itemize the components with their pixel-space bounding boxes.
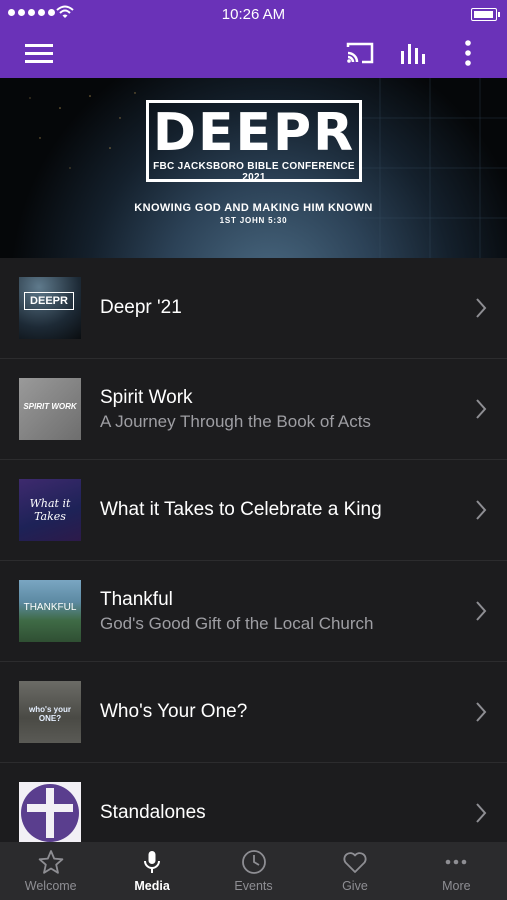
hero-title: DEEPR <box>152 103 356 163</box>
hero-banner[interactable]: DEEPR FBC JACKSBORO BIBLE CONFERENCE 202… <box>0 78 507 258</box>
tab-more[interactable]: More <box>406 842 507 900</box>
hero-logo-box: DEEPR FBC JACKSBORO BIBLE CONFERENCE 202… <box>146 100 362 183</box>
cast-icon[interactable] <box>342 35 378 71</box>
series-thumbnail: SPIRIT WORK <box>19 378 81 440</box>
chevron-right-icon <box>476 803 487 823</box>
wifi-icon <box>56 5 74 18</box>
status-bar: 10:26 AM <box>0 0 507 28</box>
thumbnail-text: What it Takes <box>29 497 71 523</box>
more-horizontal-icon <box>446 859 467 865</box>
status-time: 10:26 AM <box>221 5 286 23</box>
series-title: Standalones <box>100 802 206 823</box>
tab-label: Give <box>342 879 368 893</box>
battery-icon <box>471 8 500 21</box>
hero-tagline: KNOWING GOD AND MAKING HIM KNOWN <box>134 202 373 214</box>
chevron-right-icon <box>476 601 487 621</box>
chevron-right-icon <box>476 702 487 722</box>
hero-reference: 1ST JOHN 5:30 <box>219 216 288 225</box>
signal-strength-icon <box>8 9 55 16</box>
series-subtitle: God's Good Gift of the Local Church <box>100 613 374 633</box>
microphone-icon <box>144 851 161 873</box>
tab-label: Welcome <box>24 879 77 893</box>
series-thumbnail: THANKFUL <box>19 580 81 642</box>
hamburger-menu-icon[interactable] <box>21 35 57 71</box>
series-list: DEEPR Deepr '21 SPIRIT WORK Spirit Work … <box>0 258 507 842</box>
cross-logo-icon <box>21 784 79 842</box>
star-icon <box>38 850 64 874</box>
chevron-right-icon <box>476 399 487 419</box>
clock-icon <box>241 850 266 874</box>
series-title: What it Takes to Celebrate a King <box>100 499 382 520</box>
app-bar <box>0 28 507 78</box>
list-item[interactable]: THANKFUL Thankful God's Good Gift of the… <box>0 561 507 662</box>
tab-label: Media <box>134 879 170 893</box>
chevron-right-icon <box>476 298 487 318</box>
series-thumbnail: What it Takes <box>19 479 81 541</box>
series-title: Thankful <box>100 588 173 610</box>
list-item[interactable]: who's your ONE? Who's Your One? <box>0 662 507 763</box>
list-item[interactable]: What it Takes What it Takes to Celebrate… <box>0 460 507 561</box>
more-vertical-icon[interactable] <box>450 35 486 71</box>
tab-media[interactable]: Media <box>101 842 202 900</box>
chevron-right-icon <box>476 500 487 520</box>
series-thumbnail: who's your ONE? <box>19 681 81 743</box>
series-thumbnail: DEEPR <box>19 277 81 339</box>
thumbnail-text: DEEPR <box>24 292 74 310</box>
series-thumbnail <box>19 782 81 842</box>
series-title: Deepr '21 <box>100 297 182 318</box>
series-title: Spirit Work <box>100 386 193 408</box>
list-item[interactable]: Standalones <box>0 763 507 842</box>
series-title: Who's Your One? <box>100 701 248 722</box>
thumbnail-text: SPIRIT WORK <box>23 402 77 411</box>
thumbnail-text: who's your ONE? <box>29 705 71 723</box>
tab-give[interactable]: Give <box>304 842 405 900</box>
tab-events[interactable]: Events <box>203 842 304 900</box>
heart-icon <box>343 852 367 873</box>
hero-conference: FBC JACKSBORO BIBLE CONFERENCE 2021 <box>153 161 355 183</box>
tab-label: More <box>442 879 471 893</box>
list-item[interactable]: SPIRIT WORK Spirit Work A Journey Throug… <box>0 359 507 460</box>
audio-bars-icon[interactable] <box>397 35 433 71</box>
series-subtitle: A Journey Through the Book of Acts <box>100 411 371 431</box>
tab-bar: Welcome Media Events Give More <box>0 842 507 900</box>
thumbnail-text: THANKFUL <box>23 602 77 613</box>
list-item[interactable]: DEEPR Deepr '21 <box>0 258 507 359</box>
tab-label: Events <box>234 879 273 893</box>
tab-welcome[interactable]: Welcome <box>0 842 101 900</box>
